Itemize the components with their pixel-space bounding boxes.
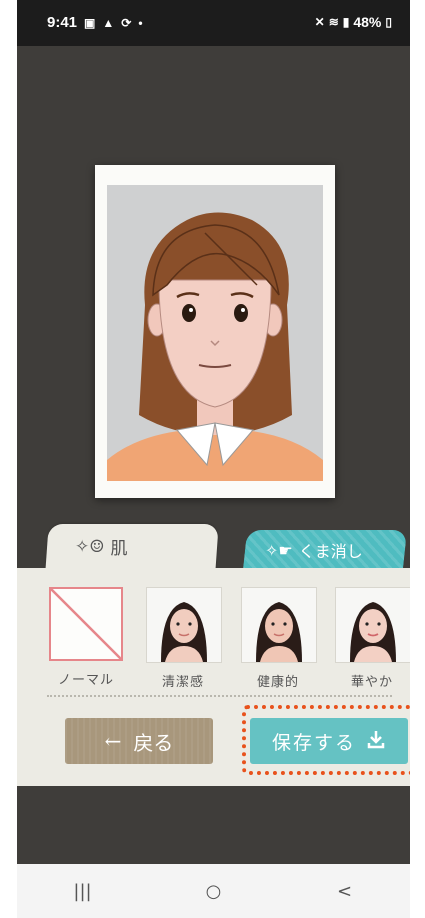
- wifi-icon: ≋: [328, 15, 339, 29]
- filter-glamorous[interactable]: 華やか: [335, 587, 410, 690]
- back-button-label: 戻る: [133, 730, 174, 755]
- mute-icon: ✕: [314, 15, 325, 29]
- filter-label: 清潔感: [161, 675, 204, 690]
- filter-clean[interactable]: 清潔感: [146, 587, 222, 690]
- portrait-illustration: [107, 185, 323, 481]
- system-nav-bar: ||| ○ <: [17, 864, 410, 918]
- tab-skin[interactable]: [45, 524, 219, 572]
- filter-normal[interactable]: ノーマル: [49, 587, 123, 688]
- dot-icon: •: [138, 15, 143, 30]
- status-bar: 9:41 ▣ ▲ ⟳ • ✕ ≋ ▮ 48% ▯: [17, 0, 410, 46]
- tab-skin-label-group[interactable]: ✧☺ 肌: [75, 534, 128, 560]
- sync-icon: ⟳: [121, 15, 132, 30]
- clock: 9:41: [47, 14, 78, 31]
- warning-icon: ▲: [102, 15, 115, 30]
- tab-kuma-label-group[interactable]: ✧☛ くま消し: [265, 538, 363, 562]
- arrow-left-icon: ←: [104, 729, 122, 753]
- no-filter-icon: [49, 587, 123, 661]
- nav-back-button[interactable]: <: [315, 881, 375, 902]
- home-button[interactable]: ○: [184, 881, 244, 902]
- filter-label: 健康的: [256, 675, 299, 690]
- save-button-highlight: [242, 705, 410, 775]
- woman-portrait-illustration: [107, 185, 323, 481]
- battery-icon: ▯: [385, 15, 392, 29]
- tab-skin-label: 肌: [110, 539, 128, 559]
- signal-icon: ▮: [342, 15, 350, 29]
- filter-label: 華やか: [350, 675, 393, 690]
- sparkle-hand-icon: ✧☛: [265, 540, 293, 560]
- back-button[interactable]: ← 戻る: [65, 718, 213, 764]
- filter-healthy[interactable]: 健康的: [241, 587, 317, 690]
- app-screen: 9:41 ▣ ▲ ⟳ • ✕ ≋ ▮ 48% ▯ ✧☛ くま消し ✧☺ 肌 ノー…: [17, 0, 410, 918]
- recents-button[interactable]: |||: [53, 881, 113, 902]
- filter-preview-thumbnail: [146, 587, 222, 663]
- id-photo-frame: [95, 165, 335, 498]
- tab-kuma-label: くま消し: [298, 542, 363, 561]
- sparkle-face-icon: ✧☺: [75, 536, 105, 557]
- battery-level: 48%: [353, 14, 382, 30]
- divider: [47, 695, 392, 697]
- image-icon: ▣: [84, 15, 96, 30]
- filter-label: ノーマル: [57, 673, 114, 688]
- filter-preview-thumbnail: [335, 587, 410, 663]
- filter-preview-thumbnail: [241, 587, 317, 663]
